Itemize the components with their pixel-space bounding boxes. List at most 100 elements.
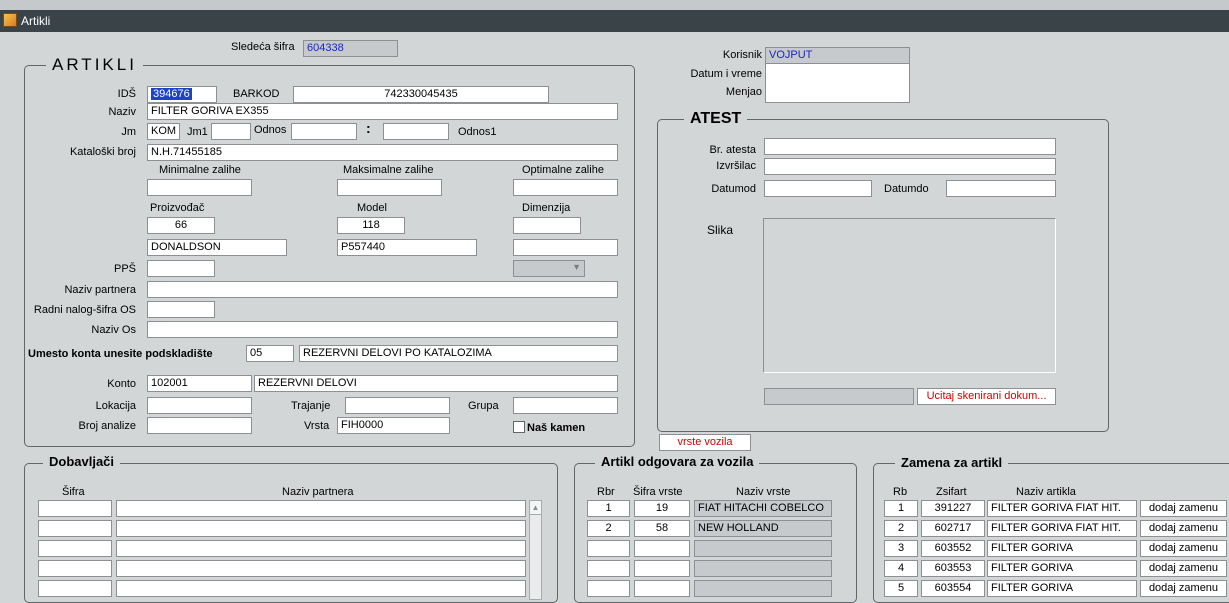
dobavljaci-title: Dobavljači [43,454,121,469]
dobavljaci-naziv-cell[interactable] [116,580,526,597]
konto-code-field[interactable]: 102001 [147,375,252,392]
jm-field[interactable]: KOM [147,123,180,140]
dodaj-zamenu-button[interactable]: dodaj zamenu [1140,540,1227,557]
datumod-field[interactable] [764,180,872,197]
vrste-vozila-button[interactable]: vrste vozila [659,434,751,451]
trajanje-label: Trajanje [291,400,331,412]
jm1-field[interactable] [211,123,251,140]
dropdown-select[interactable]: ▼ [513,260,585,277]
zamena-rb-cell[interactable]: 5 [884,580,918,597]
naziv-os-field[interactable] [147,321,618,338]
zamena-naziv-cell[interactable]: FILTER GORIVA FIAT HIT. [987,500,1137,517]
podskladiste-code-field[interactable]: 05 [246,345,294,362]
dimenzija-2-field[interactable] [513,239,618,256]
model-name-field[interactable]: P557440 [337,239,477,256]
dimenzija-field[interactable] [513,217,581,234]
katalog-field[interactable]: N.H.71455185 [147,144,618,161]
dodaj-zamenu-button[interactable]: dodaj zamenu [1140,580,1227,597]
proizvodjac-name-field[interactable]: DONALDSON [147,239,287,256]
vozila-naziv-cell: FIAT HITACHI COBELCO [694,500,832,517]
zamena-naziv-cell[interactable]: FILTER GORIVA [987,560,1137,577]
zamena-naziv-cell[interactable]: FILTER GORIVA [987,540,1137,557]
naziv-partnera-field[interactable] [147,281,618,298]
trajanje-field[interactable] [345,397,450,414]
ids-field[interactable]: 394676 [147,86,217,103]
lokacija-field[interactable] [147,397,252,414]
dobavljaci-naziv-cell[interactable] [116,560,526,577]
window-title: Artikli [21,14,51,28]
vozila-rbr-cell[interactable] [587,560,630,577]
max-zalihe-field[interactable] [337,179,442,196]
dobavljaci-sifra-cell[interactable] [38,560,112,577]
zamena-naziv-cell[interactable]: FILTER GORIVA FIAT HIT. [987,520,1137,537]
korisnik-field: VOJPUT [765,47,910,64]
zamena-rb-cell[interactable]: 1 [884,500,918,517]
zamena-zsifart-cell[interactable]: 602717 [921,520,985,537]
dobavljaci-scrollbar[interactable]: ▲ [529,500,542,600]
zamena-zsifart-cell[interactable]: 603552 [921,540,985,557]
artikli-title: ARTIKLI [46,55,143,75]
dobavljaci-sifra-cell[interactable] [38,520,112,537]
dobavljaci-naziv-cell[interactable] [116,500,526,517]
vozila-rbr-cell[interactable] [587,540,630,557]
min-zalihe-field[interactable] [147,179,252,196]
vozila-sifra-cell[interactable] [634,540,690,557]
opt-zalihe-field[interactable] [513,179,618,196]
proizvodjac-code-field[interactable]: 66 [147,217,215,234]
nas-kamen-label: Naš kamen [527,422,586,434]
odnos-field[interactable] [291,123,357,140]
vozila-sifra-cell[interactable] [634,560,690,577]
zamena-naziv-cell[interactable]: FILTER GORIVA [987,580,1137,597]
zamena-zsifart-cell[interactable]: 603554 [921,580,985,597]
atest-title: ATEST [684,110,748,128]
pps-field[interactable] [147,260,215,277]
nas-kamen-checkbox[interactable] [513,421,525,433]
vozila-sifra-cell[interactable] [634,580,690,597]
dobavljaci-sifra-cell[interactable] [38,580,112,597]
vrsta-field[interactable]: FIH0000 [337,417,450,434]
menjao-label: Menjao [725,86,762,98]
chevron-down-icon: ▼ [572,262,581,272]
podskladiste-name-field[interactable]: REZERVNI DELOVI PO KATALOZIMA [299,345,618,362]
dodaj-zamenu-button[interactable]: dodaj zamenu [1140,560,1227,577]
vozila-rbr-cell[interactable]: 1 [587,500,630,517]
max-zalihe-label: Maksimalne zalihe [343,164,434,176]
broj-analize-field[interactable] [147,417,252,434]
dobavljaci-sifra-cell[interactable] [38,540,112,557]
ucitaj-skenirani-button[interactable]: Ucitaj skenirani dokum... [917,388,1056,405]
vozila-sifra-cell[interactable]: 58 [634,520,690,537]
konto-name-field[interactable]: REZERVNI DELOVI [254,375,618,392]
izvrsilac-field[interactable] [764,158,1056,175]
zamena-zsifart-cell[interactable]: 603553 [921,560,985,577]
vozila-col-sifra: Šifra vrste [633,486,683,498]
dodaj-zamenu-button[interactable]: dodaj zamenu [1140,500,1227,517]
dobavljaci-sifra-cell[interactable] [38,500,112,517]
naziv-field[interactable]: FILTER GORIVA EX355 [147,103,618,120]
app-icon [3,13,17,27]
zamena-rb-cell[interactable]: 2 [884,520,918,537]
vozila-col-rbr: Rbr [597,486,615,498]
zamena-rb-cell[interactable]: 4 [884,560,918,577]
model-code-field[interactable]: 118 [337,217,405,234]
scroll-up-icon[interactable]: ▲ [530,501,541,515]
br-atesta-field[interactable] [764,138,1056,155]
datumdo-field[interactable] [946,180,1056,197]
proizvodjac-label: Proizvođač [150,202,205,214]
vozila-rbr-cell[interactable]: 2 [587,520,630,537]
zamena-zsifart-cell[interactable]: 391227 [921,500,985,517]
zamena-rb-cell[interactable]: 3 [884,540,918,557]
vozila-rbr-cell[interactable] [587,580,630,597]
naziv-partnera-label: Naziv partnera [64,284,136,296]
radni-nalog-field[interactable] [147,301,215,318]
datum-menjao-field [765,63,910,103]
vozila-naziv-cell [694,560,832,577]
dobavljaci-naziv-cell[interactable] [116,540,526,557]
vozila-sifra-cell[interactable]: 19 [634,500,690,517]
odnos1-field[interactable] [383,123,449,140]
dobavljaci-naziv-cell[interactable] [116,520,526,537]
sledeca-sifra-label: Sledeća šifra [231,41,295,53]
grupa-field[interactable] [513,397,618,414]
dodaj-zamenu-button[interactable]: dodaj zamenu [1140,520,1227,537]
barkod-field[interactable]: 742330045435 [293,86,549,103]
window-titlebar: Artikli [0,10,1229,32]
